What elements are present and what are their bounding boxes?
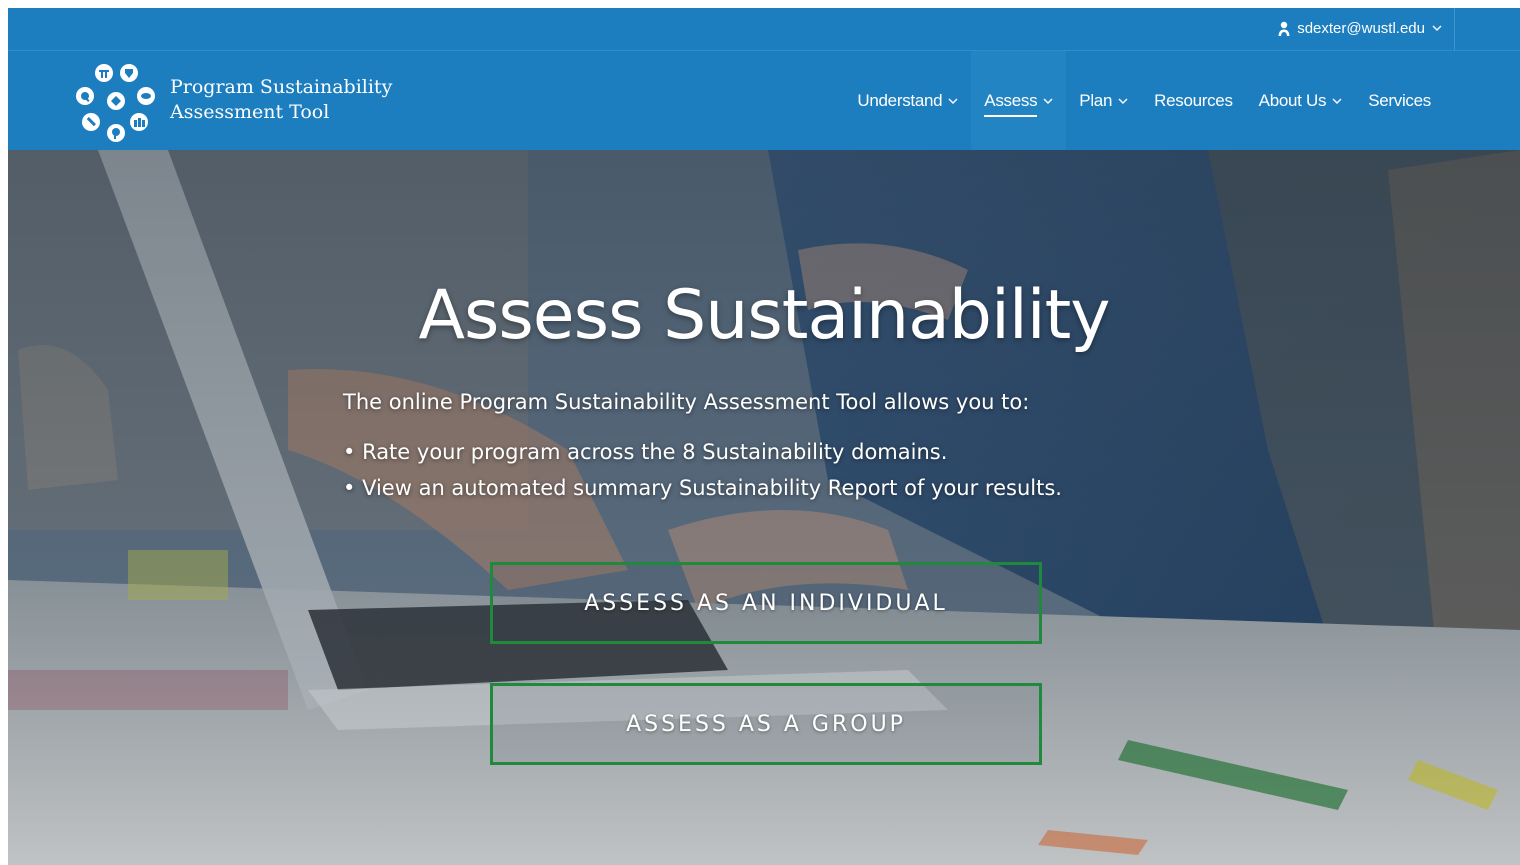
nav-item-understand[interactable]: Understand bbox=[844, 51, 971, 150]
list-item: View an automated summary Sustainability… bbox=[343, 470, 1062, 506]
site-header: Program Sustainability Assessment Tool U… bbox=[8, 51, 1520, 150]
person-icon bbox=[1278, 21, 1290, 36]
main-nav: Understand Assess Plan Resources About U… bbox=[844, 51, 1444, 150]
nav-item-plan[interactable]: Plan bbox=[1066, 51, 1141, 150]
hero-section: Assess Sustainability The online Program… bbox=[8, 150, 1520, 865]
hero-title: Assess Sustainability bbox=[418, 276, 1110, 355]
list-item: Rate your program across the 8 Sustainab… bbox=[343, 434, 1062, 470]
utility-bar: sdexter@wustl.edu bbox=[8, 8, 1520, 51]
nav-item-about-us[interactable]: About Us bbox=[1246, 51, 1356, 150]
utility-divider bbox=[1454, 8, 1455, 50]
brand-line-2: Assessment Tool bbox=[170, 101, 330, 123]
nav-label: Assess bbox=[984, 91, 1038, 117]
assess-group-button[interactable]: ASSESS AS A GROUP bbox=[490, 683, 1042, 765]
hero-bullet-list: Rate your program across the 8 Sustainab… bbox=[343, 434, 1062, 506]
nav-label: Resources bbox=[1154, 90, 1233, 110]
assess-individual-button[interactable]: ASSESS AS AN INDIVIDUAL bbox=[490, 562, 1042, 644]
nav-item-assess[interactable]: Assess bbox=[971, 51, 1067, 150]
nav-label: Understand bbox=[857, 90, 943, 110]
nav-item-services[interactable]: Services bbox=[1355, 51, 1444, 150]
user-account-menu[interactable]: sdexter@wustl.edu bbox=[1278, 17, 1442, 39]
page-frame: sdexter@wustl.edu Program Sustainability… bbox=[8, 8, 1520, 865]
nav-label: Plan bbox=[1079, 90, 1113, 110]
chevron-down-icon bbox=[1332, 98, 1342, 104]
site-logo-icon[interactable] bbox=[74, 61, 158, 145]
brand-line-1: Program Sustainability bbox=[170, 76, 393, 98]
nav-item-resources[interactable]: Resources bbox=[1141, 51, 1246, 150]
nav-label: About Us bbox=[1258, 90, 1327, 110]
nav-label: Services bbox=[1368, 90, 1431, 110]
chevron-down-icon bbox=[1432, 25, 1442, 31]
chevron-down-icon bbox=[1043, 98, 1053, 104]
hero-intro: The online Program Sustainability Assess… bbox=[343, 390, 1030, 414]
chevron-down-icon bbox=[1118, 98, 1128, 104]
brand-name[interactable]: Program Sustainability Assessment Tool bbox=[170, 75, 392, 125]
user-email: sdexter@wustl.edu bbox=[1297, 19, 1425, 37]
chevron-down-icon bbox=[948, 98, 958, 104]
